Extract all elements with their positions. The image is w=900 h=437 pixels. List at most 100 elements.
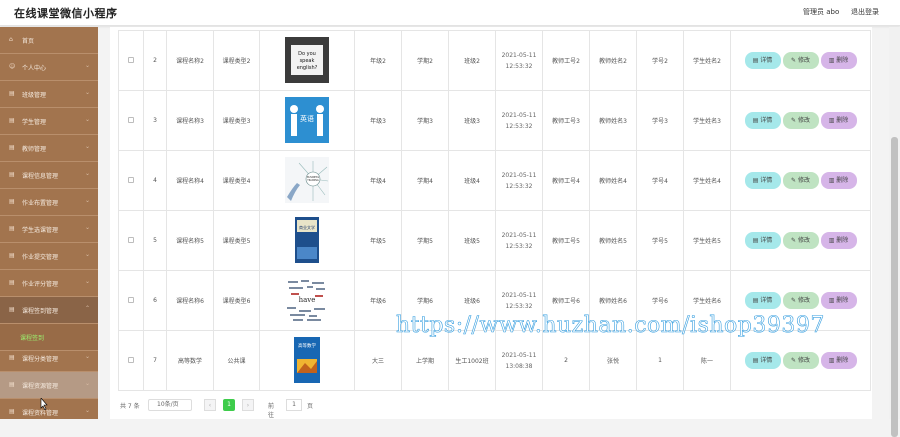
sidebar-item-label: 教师管理 xyxy=(22,146,47,153)
course-image: 商业文学 xyxy=(285,216,329,263)
sidebar-item-checkin-manage[interactable]: ▤ 课程签到管理 ⌃ xyxy=(0,297,98,324)
scrollbar-thumb[interactable] xyxy=(891,137,898,437)
edit-button[interactable]: ✎ 修改 xyxy=(782,172,819,189)
svg-text:高等数学: 高等数学 xyxy=(298,342,316,349)
edit-button[interactable]: ✎ 修改 xyxy=(782,352,819,369)
delete-button[interactable]: ▥ 删除 xyxy=(820,292,857,309)
detail-button[interactable]: ▤ 详情 xyxy=(744,232,781,249)
course-name: 课程名称5 xyxy=(166,210,214,271)
grade: 年级2 xyxy=(354,30,402,91)
sidebar-item-profile[interactable]: ☺ 个人中心 ⌄ xyxy=(0,54,98,81)
detail-label: 详情 xyxy=(760,57,773,64)
edit-button[interactable]: ✎ 修改 xyxy=(782,292,819,309)
row-checkbox[interactable] xyxy=(128,56,134,63)
sidebar-item-homework-score[interactable]: ▤ 作业评分管理 ⌄ xyxy=(0,270,98,297)
detail-button[interactable]: ▤ 详情 xyxy=(744,352,781,369)
edit-button[interactable]: ✎ 修改 xyxy=(782,112,819,129)
course-image: Do you speak english? xyxy=(285,36,329,83)
term: 学期2 xyxy=(401,30,449,91)
checkin-icon: ▤ xyxy=(9,306,15,313)
row-checkbox[interactable] xyxy=(128,236,134,243)
course-type: 公共课 xyxy=(213,330,260,391)
app-title: 在线课堂微信小程序 xyxy=(14,7,118,20)
course-type: 课程类型3 xyxy=(213,90,260,151)
row-checkbox[interactable] xyxy=(128,176,134,183)
sidebar-item-resource[interactable]: ▤ 课程资源管理 ⌄ xyxy=(0,372,98,399)
next-page-button[interactable]: › xyxy=(242,399,254,411)
homework-icon: ▤ xyxy=(9,198,15,205)
sidebar-item-home[interactable]: ⌂ 首页 xyxy=(0,27,98,54)
delete-label: 删除 xyxy=(836,237,849,244)
delete-button[interactable]: ▥ 删除 xyxy=(820,52,857,69)
sidebar-item-homework-submit[interactable]: ▤ 作业提交管理 ⌄ xyxy=(0,243,98,270)
svg-text:商业文学: 商业文学 xyxy=(299,224,315,230)
goto-page-input[interactable]: 1 xyxy=(286,399,302,411)
detail-button[interactable]: ▤ 详情 xyxy=(744,112,781,129)
chevron-down-icon: ⌄ xyxy=(84,353,90,360)
course-name: 课程名称3 xyxy=(166,90,214,151)
sidebar-item-homework-assign[interactable]: ▤ 作业布置管理 ⌄ xyxy=(0,189,98,216)
class-name: 班级4 xyxy=(448,150,496,211)
grade: 年级4 xyxy=(354,150,402,211)
course-name: 高等数学 xyxy=(166,330,214,391)
row-checkbox[interactable] xyxy=(128,356,134,363)
detail-button[interactable]: ▤ 详情 xyxy=(744,52,781,69)
sidebar-item-course-select[interactable]: ▤ 学生选课管理 ⌄ xyxy=(0,216,98,243)
sidebar-item-teacher[interactable]: ▤ 教师管理 ⌄ xyxy=(0,135,98,162)
logout-link[interactable]: 退出登录 xyxy=(851,7,879,17)
sidebar-item-label: 首页 xyxy=(22,38,35,45)
delete-button[interactable]: ▥ 删除 xyxy=(820,352,857,369)
page-size-select[interactable]: 10条/页 xyxy=(148,399,192,411)
row-checkbox[interactable] xyxy=(128,296,134,303)
sidebar-item-class[interactable]: ▤ 班级管理 ⌄ xyxy=(0,81,98,108)
course-type: 课程类型5 xyxy=(213,210,260,271)
course-name: 课程名称6 xyxy=(166,270,214,331)
page-number-current[interactable]: 1 xyxy=(223,399,235,411)
course-image-cell: 商业文学 xyxy=(259,210,355,271)
class-name: 班级3 xyxy=(448,90,496,151)
student-name: 学生姓名3 xyxy=(683,90,731,151)
sidebar-item-label: 学生管理 xyxy=(22,119,47,126)
course-image: BUSINESS TRAINING xyxy=(285,156,329,203)
class-name: 班级5 xyxy=(448,210,496,271)
category-icon: ▤ xyxy=(9,354,15,361)
student-name: 陈一 xyxy=(683,330,731,391)
teacher-name: 教师姓名2 xyxy=(589,30,637,91)
sidebar-item-label: 课程分类管理 xyxy=(22,356,59,363)
class-name: 生工1002班 xyxy=(448,330,496,391)
created-time: 2021-05-11 12:53:32 xyxy=(495,30,543,91)
edit-button[interactable]: ✎ 修改 xyxy=(782,52,819,69)
student-id: 1 xyxy=(636,330,684,391)
delete-button[interactable]: ▥ 删除 xyxy=(820,232,857,249)
sidebar-item-label: 课程签到管理 xyxy=(22,308,59,315)
select-icon: ▤ xyxy=(9,225,15,232)
sidebar-item-student[interactable]: ▤ 学生管理 ⌄ xyxy=(0,108,98,135)
student-icon: ▤ xyxy=(9,117,15,124)
sidebar-item-material[interactable]: ▤ 课程资料管理 ⌄ xyxy=(0,399,98,419)
goto-label: 前往 xyxy=(268,403,275,419)
edit-button[interactable]: ✎ 修改 xyxy=(782,232,819,249)
delete-button[interactable]: ▥ 删除 xyxy=(820,112,857,129)
sidebar-item-label: 作业评分管理 xyxy=(22,281,59,288)
row-actions: ▤ 详情 ✎ 修改 ▥ 删除 xyxy=(730,30,871,91)
term: 上学期 xyxy=(401,330,449,391)
student-name: 学生姓名5 xyxy=(683,210,731,271)
sidebar-item-category[interactable]: ▤ 课程分类管理 ⌄ xyxy=(0,345,98,372)
created-time: 2021-05-11 13:08:38 xyxy=(495,330,543,391)
row-checkbox[interactable] xyxy=(128,116,134,123)
row-actions: ▤ 详情 ✎ 修改 ▥ 删除 xyxy=(730,210,871,271)
delete-label: 删除 xyxy=(836,177,849,184)
scrollbar[interactable] xyxy=(889,27,900,437)
delete-button[interactable]: ▥ 删除 xyxy=(820,172,857,189)
row-index: 5 xyxy=(143,210,167,271)
sidebar-item-label: 课程资源管理 xyxy=(22,383,59,390)
row-checkbox-cell xyxy=(118,210,144,271)
prev-page-button[interactable]: ‹ xyxy=(204,399,216,411)
sidebar-item-course-info[interactable]: ▤ 课程信息管理 ⌄ xyxy=(0,162,98,189)
admin-label: 管理员 abo xyxy=(803,8,840,16)
course-image-cell: BUSINESS TRAINING xyxy=(259,150,355,211)
detail-button[interactable]: ▤ 详情 xyxy=(744,292,781,309)
chevron-up-icon: ⌃ xyxy=(84,305,90,312)
teacher-id: 教师工号4 xyxy=(542,150,590,211)
detail-button[interactable]: ▤ 详情 xyxy=(744,172,781,189)
